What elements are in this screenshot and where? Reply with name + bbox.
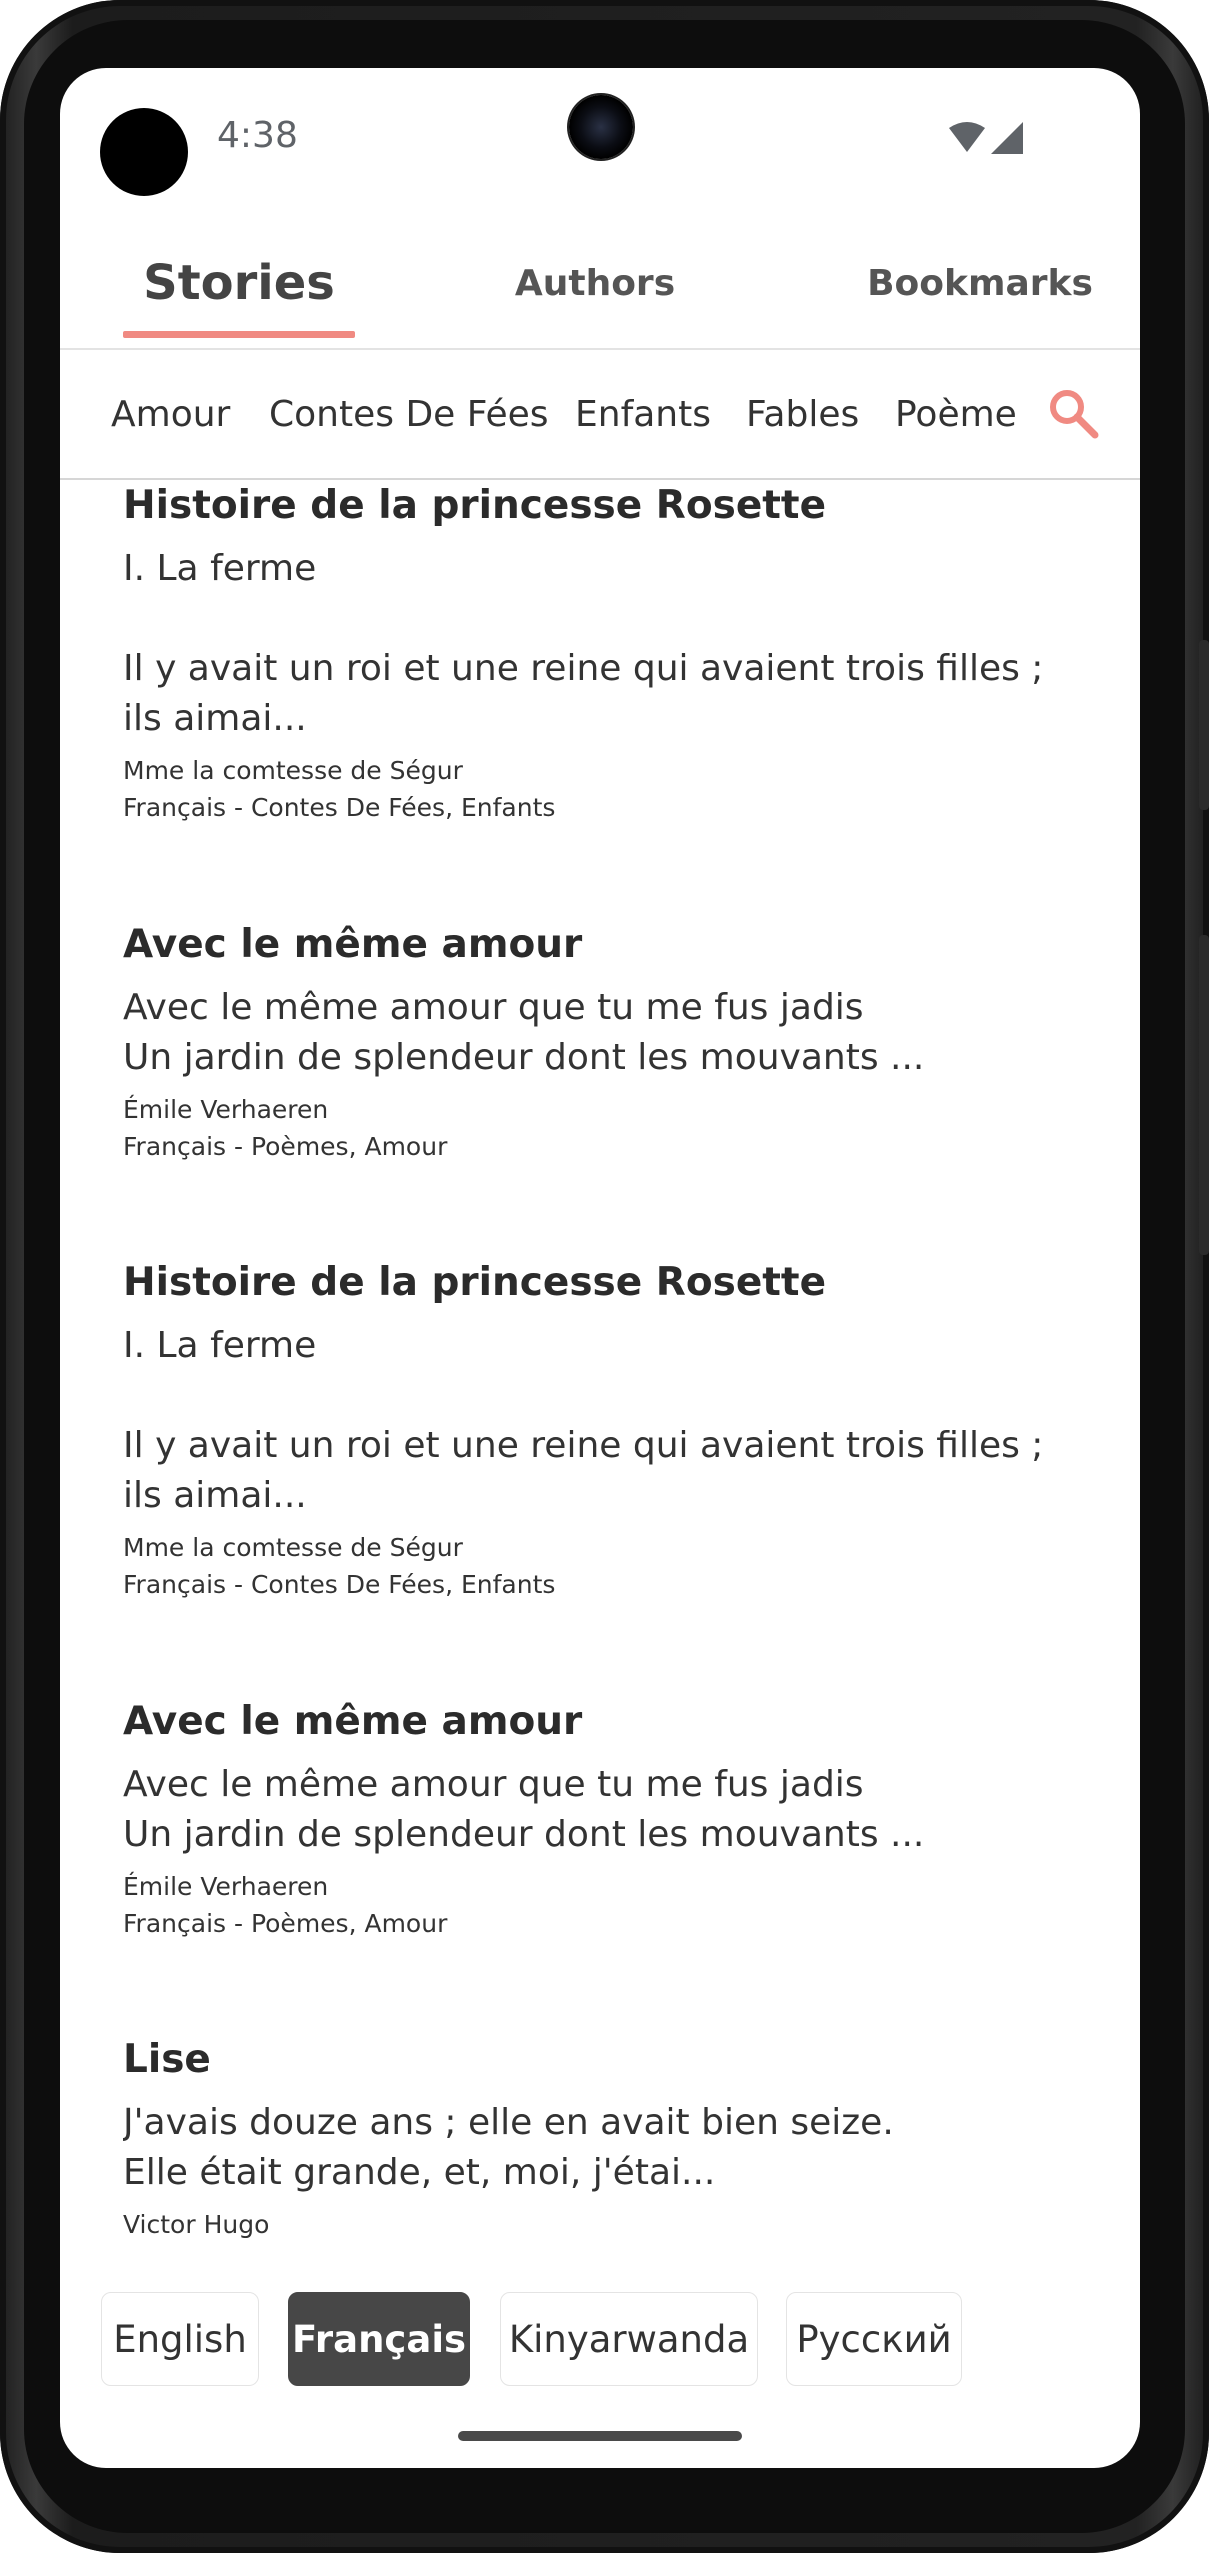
status-icons [949,122,1023,154]
category-enfants[interactable]: Enfants [575,350,711,478]
story-card[interactable]: Lise J'avais douze ans ; elle en avait b… [123,2034,1083,2243]
story-title: Histoire de la princesse Rosette [123,483,827,528]
story-card[interactable]: Histoire de la princesse Rosette I. La f… [123,1257,1083,1603]
tab-stories[interactable]: Stories [123,218,355,348]
volume-button [1199,640,1209,810]
language-english[interactable]: English [101,2292,259,2386]
story-excerpt: I. La ferme Il y avait un roi et une rei… [123,1325,1044,1516]
tab-authors[interactable]: Authors [480,218,710,348]
language-russian[interactable]: Русский [786,2292,962,2386]
story-card[interactable]: Avec le même amour Avec le même amour qu… [123,1696,1083,1942]
category-bar: Amour Contes De Fées Enfants Fables Poèm… [60,350,1140,480]
story-title: Lise [123,2037,211,2082]
phone-frame: 4:38 Stories Authors Bookmarks Amour Con… [0,0,1209,2553]
story-language-categories: Français - Poèmes, Amour [123,1909,448,1938]
language-francais[interactable]: Français [288,2292,470,2386]
category-amour[interactable]: Amour [111,350,230,478]
story-language-categories: Français - Contes De Fées, Enfants [123,1570,556,1599]
story-author: Mme la comtesse de Ségur [123,1533,463,1562]
story-excerpt: I. La ferme Il y avait un roi et une rei… [123,548,1044,739]
story-author: Émile Verhaeren [123,1872,329,1901]
avatar [100,108,188,196]
status-time: 4:38 [217,115,298,156]
stories-list: Histoire de la princesse Rosette I. La f… [123,480,1083,2350]
story-title: Avec le même amour [123,922,583,967]
signal-icon [991,122,1023,154]
tab-bookmarks[interactable]: Bookmarks [845,218,1115,348]
home-indicator[interactable] [458,2431,742,2441]
story-title: Histoire de la princesse Rosette [123,1260,827,1305]
story-language-categories: Français - Poèmes, Amour [123,1132,448,1161]
wifi-icon [949,122,985,152]
story-author: Émile Verhaeren [123,1095,329,1124]
story-card[interactable]: Avec le même amour Avec le même amour qu… [123,919,1083,1165]
story-card[interactable]: Histoire de la princesse Rosette I. La f… [123,480,1083,826]
category-contes-de-fees[interactable]: Contes De Fées [269,350,549,478]
category-fables[interactable]: Fables [746,350,859,478]
active-tab-indicator [123,331,355,338]
category-poeme[interactable]: Poème [895,350,1017,478]
story-excerpt: J'avais douze ans ; elle en avait bien s… [123,2102,894,2193]
app-screen: 4:38 Stories Authors Bookmarks Amour Con… [60,68,1140,2468]
story-language-categories: Français - Contes De Fées, Enfants [123,793,556,822]
story-title: Avec le même amour [123,1699,583,1744]
power-button [1199,935,1209,1255]
language-kinyarwanda[interactable]: Kinyarwanda [500,2292,758,2386]
language-selector: English Français Kinyarwanda Русский [60,2278,1140,2388]
search-icon[interactable] [1045,385,1101,441]
story-author: Mme la comtesse de Ségur [123,756,463,785]
story-excerpt: Avec le même amour que tu me fus jadis U… [123,987,925,1078]
story-author: Victor Hugo [123,2210,270,2239]
front-camera [569,95,633,159]
story-excerpt: Avec le même amour que tu me fus jadis U… [123,1764,925,1855]
